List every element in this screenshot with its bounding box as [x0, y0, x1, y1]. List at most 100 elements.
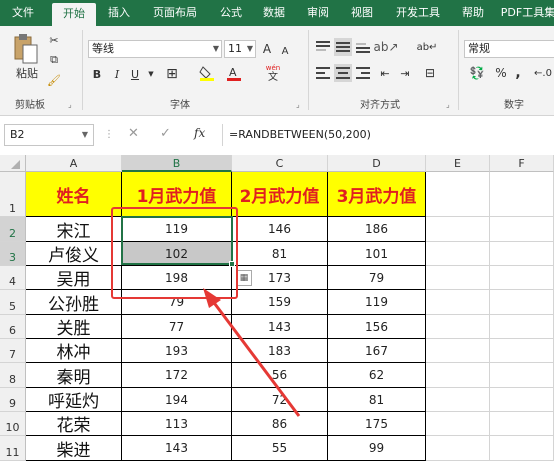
empty-cell-e8[interactable] [426, 363, 490, 388]
increase-indent-icon[interactable]: ⇥ [396, 64, 414, 82]
empty-cell-e7[interactable] [426, 339, 490, 363]
value-cell[interactable]: 146 [232, 217, 328, 242]
empty-cell-f9[interactable] [490, 388, 554, 412]
tab-help[interactable]: 帮助 [454, 0, 492, 26]
align-middle-icon[interactable] [334, 38, 352, 56]
name-cell[interactable]: 秦明 [26, 363, 122, 388]
column-header-c[interactable]: C [232, 155, 328, 172]
empty-cell-e4[interactable] [426, 266, 490, 290]
value-cell[interactable]: 99 [328, 436, 426, 461]
column-header-b[interactable]: B [122, 155, 232, 172]
name-cell[interactable]: 柴进 [26, 436, 122, 461]
name-cell[interactable]: 花荣 [26, 412, 122, 436]
phonetic-icon[interactable]: wén 文 [262, 62, 284, 84]
empty-cell-e10[interactable] [426, 412, 490, 436]
empty-cell-e1[interactable] [426, 172, 490, 217]
empty-cell-e9[interactable] [426, 388, 490, 412]
currency-icon[interactable]: 💱 [466, 64, 488, 82]
empty-cell-f7[interactable] [490, 339, 554, 363]
cut-icon[interactable]: ✂ [46, 32, 62, 48]
value-cell[interactable]: 81 [328, 388, 426, 412]
value-cell[interactable]: 167 [328, 339, 426, 363]
header-cell[interactable]: 3月武力值 [328, 172, 426, 217]
fill-color-icon[interactable] [198, 64, 216, 82]
row-header-4[interactable]: 4 [0, 266, 26, 290]
chevron-down-icon[interactable]: ▼ [146, 66, 156, 82]
paste-icon[interactable] [8, 32, 42, 66]
decrease-indent-icon[interactable]: ⇤ [376, 64, 394, 82]
tab-page-layout[interactable]: 页面布局 [144, 0, 206, 26]
alignment-launcher-icon[interactable]: ⌟ [446, 100, 450, 109]
value-cell[interactable]: 119 [328, 290, 426, 315]
empty-cell-f3[interactable] [490, 242, 554, 266]
name-cell[interactable]: 关胜 [26, 315, 122, 339]
empty-cell-e2[interactable] [426, 217, 490, 242]
tab-insert[interactable]: 插入 [100, 0, 138, 26]
column-header-a[interactable]: A [26, 155, 122, 172]
value-cell[interactable]: 55 [232, 436, 328, 461]
row-header-9[interactable]: 9 [0, 388, 26, 412]
align-left-icon[interactable] [314, 64, 332, 82]
column-header-d[interactable]: D [328, 155, 426, 172]
merge-center-icon[interactable]: ⊟ [420, 64, 440, 82]
paste-button[interactable]: 粘贴 [12, 66, 42, 80]
column-header-f[interactable]: F [490, 155, 554, 172]
tab-review[interactable]: 审阅 [298, 0, 338, 26]
formula-input[interactable]: =RANDBETWEEN(50,200) [222, 124, 554, 146]
empty-cell-f5[interactable] [490, 290, 554, 315]
row-header-10[interactable]: 10 [0, 412, 26, 436]
empty-cell-e11[interactable] [426, 436, 490, 461]
empty-cell-f4[interactable] [490, 266, 554, 290]
cancel-button[interactable]: ✕ [128, 126, 139, 141]
align-center-icon[interactable] [334, 64, 352, 82]
empty-cell-f10[interactable] [490, 412, 554, 436]
orientation-icon[interactable]: ab↗ [373, 38, 398, 56]
row-header-11[interactable]: 11 [0, 436, 26, 461]
header-cell[interactable]: 2月武力值 [232, 172, 328, 217]
increase-decimal-icon[interactable]: ←.0 [534, 64, 552, 82]
tab-home[interactable]: 开始 [52, 3, 96, 26]
empty-cell-e5[interactable] [426, 290, 490, 315]
value-cell[interactable]: 79 [328, 266, 426, 290]
bold-button[interactable]: B [90, 66, 104, 82]
row-header-2[interactable]: 2 [0, 217, 26, 242]
copy-icon[interactable]: ⧉ [46, 52, 62, 68]
tab-developer[interactable]: 开发工具 [388, 0, 448, 26]
value-cell[interactable]: 156 [328, 315, 426, 339]
comma-button[interactable]: , [512, 64, 524, 82]
border-icon[interactable]: ⊞ [164, 66, 180, 82]
row-header-8[interactable]: 8 [0, 363, 26, 388]
value-cell[interactable]: 101 [328, 242, 426, 266]
insert-function-button[interactable]: fx [194, 126, 205, 140]
name-box[interactable]: B2 ▼ [4, 124, 94, 146]
tab-view[interactable]: 视图 [342, 0, 382, 26]
empty-cell-f6[interactable] [490, 315, 554, 339]
percent-button[interactable]: % [494, 64, 508, 82]
name-cell[interactable]: 卢俊义 [26, 242, 122, 266]
empty-cell-e6[interactable] [426, 315, 490, 339]
row-header-7[interactable]: 7 [0, 339, 26, 363]
tab-data[interactable]: 数据 [254, 0, 294, 26]
value-cell[interactable]: 62 [328, 363, 426, 388]
number-format-dropdown[interactable]: 常规 [464, 40, 554, 58]
format-painter-icon[interactable]: 🖌 [46, 72, 62, 88]
name-cell[interactable]: 呼延灼 [26, 388, 122, 412]
value-cell[interactable]: 175 [328, 412, 426, 436]
wrap-text-icon[interactable]: ab↵ [417, 38, 438, 56]
value-cell[interactable]: 81 [232, 242, 328, 266]
row-header-5[interactable]: 5 [0, 290, 26, 315]
shrink-font-button[interactable]: A [278, 42, 292, 60]
value-cell[interactable]: 186 [328, 217, 426, 242]
select-all-corner[interactable] [0, 155, 26, 172]
chevron-down-icon[interactable]: ▼ [82, 125, 88, 145]
font-launcher-icon[interactable]: ⌟ [296, 100, 300, 109]
font-name-dropdown[interactable]: 等线 ▼ [88, 40, 222, 58]
align-top-icon[interactable] [314, 38, 332, 56]
align-bottom-icon[interactable] [354, 38, 372, 56]
grow-font-button[interactable]: A [260, 40, 274, 58]
tab-formulas[interactable]: 公式 [212, 0, 250, 26]
empty-cell-e3[interactable] [426, 242, 490, 266]
empty-cell-f2[interactable] [490, 217, 554, 242]
font-size-dropdown[interactable]: 11 ▼ [224, 40, 256, 58]
name-cell[interactable]: 公孙胜 [26, 290, 122, 315]
